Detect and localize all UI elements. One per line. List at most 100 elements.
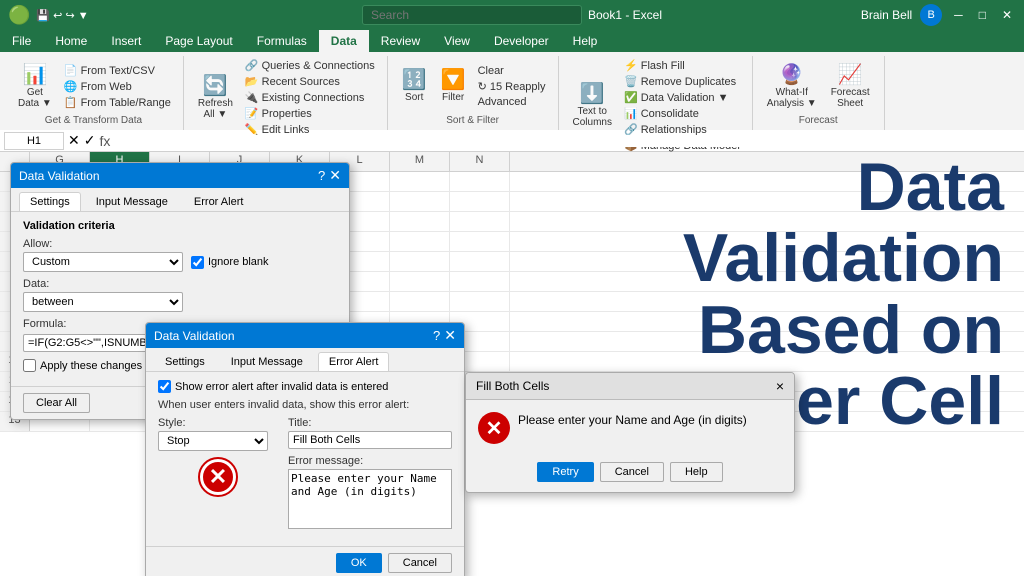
- dialog-2-ok-btn[interactable]: OK: [336, 553, 382, 573]
- transform-col: 📄 From Text/CSV 🌐 From Web 📋 From Table/…: [60, 63, 175, 110]
- clear-all-btn[interactable]: Clear All: [23, 393, 90, 413]
- dialog-2-titlebar: Data Validation ? ✕: [146, 323, 464, 348]
- flash-fill-btn[interactable]: ⚡ Flash Fill: [620, 58, 744, 73]
- dialog-2-tab-settings[interactable]: Settings: [154, 352, 216, 371]
- close-btn[interactable]: ✕: [998, 8, 1016, 22]
- excel-icon: 🟢: [8, 5, 30, 26]
- cell-n5[interactable]: [450, 252, 510, 272]
- tab-formulas[interactable]: Formulas: [245, 30, 319, 52]
- dialog-1-tab-input-message[interactable]: Input Message: [85, 192, 179, 211]
- forecast-sheet-btn[interactable]: 📈 Forecast Sheet: [825, 63, 876, 111]
- apply-changes-label: Apply these changes to: [40, 360, 154, 372]
- recent-sources-btn[interactable]: 📂 Recent Sources: [241, 74, 379, 89]
- cell-m1[interactable]: [390, 172, 450, 192]
- style-select[interactable]: Stop: [158, 431, 268, 451]
- properties-btn[interactable]: 📝 Properties: [241, 106, 379, 121]
- error-msg-label: Error message:: [288, 455, 452, 467]
- clear-btn[interactable]: Clear: [474, 64, 550, 78]
- fill-dialog-titlebar: Fill Both Cells ×: [466, 373, 794, 400]
- dialog-1-tab-settings[interactable]: Settings: [19, 192, 81, 211]
- get-data-btn[interactable]: 📊 Get Data ▼: [12, 63, 58, 111]
- tab-insert[interactable]: Insert: [99, 30, 153, 52]
- queries-connections-btn[interactable]: 🔗 Queries & Connections: [241, 58, 379, 73]
- dialog-2-tab-input-message[interactable]: Input Message: [220, 352, 314, 371]
- minimize-btn[interactable]: ─: [950, 8, 967, 22]
- fill-help-btn[interactable]: Help: [670, 462, 723, 482]
- tab-review[interactable]: Review: [369, 30, 432, 52]
- retry-btn[interactable]: Retry: [537, 462, 593, 482]
- dialog-1-help-icon[interactable]: ?: [318, 168, 325, 183]
- maximize-btn[interactable]: □: [975, 8, 990, 22]
- cell-m3[interactable]: [390, 212, 450, 232]
- tab-file[interactable]: File: [0, 30, 43, 52]
- formula-expand-icon: ✕: [68, 132, 80, 149]
- sort-btn[interactable]: 🔢 Sort: [396, 68, 433, 105]
- tab-data[interactable]: Data: [319, 30, 369, 52]
- sheet-area: G H I J K L M N 1 Name Age 2 Abc 23: [0, 152, 1024, 576]
- username: Brain Bell: [861, 8, 912, 22]
- refresh-all-btn[interactable]: 🔄 Refresh All ▼: [192, 74, 239, 122]
- consolidate-btn[interactable]: 📊 Consolidate: [620, 106, 744, 121]
- cell-n1[interactable]: [450, 172, 510, 192]
- remove-duplicates-btn[interactable]: 🗑️ Remove Duplicates: [620, 74, 744, 89]
- what-if-btn[interactable]: 🔮 What-If Analysis ▼: [761, 63, 823, 111]
- ignore-blank-checkbox[interactable]: [191, 256, 204, 269]
- dialog-1-title: Data Validation: [19, 169, 100, 183]
- when-invalid-row: When user enters invalid data, show this…: [158, 399, 452, 411]
- allow-row: Allow: Custom Ignore blank: [23, 238, 337, 272]
- user-avatar: B: [920, 4, 942, 26]
- search-input[interactable]: [362, 5, 582, 25]
- dialog-2-tab-error-alert[interactable]: Error Alert: [318, 352, 390, 371]
- error-msg-textarea[interactable]: Please enter your Name and Age (in digit…: [288, 469, 452, 529]
- data-label: Data:: [23, 278, 337, 290]
- title-input[interactable]: [288, 431, 452, 449]
- formula-bar: ✕ ✓ fx: [0, 130, 1024, 152]
- formula-checkmark-icon: ✓: [84, 132, 96, 149]
- advanced-btn[interactable]: Advanced: [474, 95, 550, 109]
- from-text-csv-btn[interactable]: 📄 From Text/CSV: [60, 63, 175, 78]
- cell-m2[interactable]: [390, 192, 450, 212]
- cell-n4[interactable]: [450, 232, 510, 252]
- fill-cancel-btn[interactable]: Cancel: [600, 462, 664, 482]
- filter-btn[interactable]: 🔽 Filter: [435, 68, 472, 105]
- dialog-1-titlebar: Data Validation ? ✕: [11, 163, 349, 188]
- cell-n2[interactable]: [450, 192, 510, 212]
- tab-page-layout[interactable]: Page Layout: [153, 30, 244, 52]
- data-select[interactable]: between: [23, 292, 183, 312]
- cell-m5[interactable]: [390, 252, 450, 272]
- tab-help[interactable]: Help: [561, 30, 610, 52]
- show-error-label: Show error alert after invalid data is e…: [175, 381, 388, 393]
- tab-view[interactable]: View: [432, 30, 482, 52]
- col-header-m: M: [390, 152, 450, 171]
- name-box[interactable]: [4, 132, 64, 150]
- cell-m4[interactable]: [390, 232, 450, 252]
- formula-input[interactable]: [114, 135, 1020, 147]
- from-web-btn[interactable]: 🌐 From Web: [60, 79, 175, 94]
- cell-n3[interactable]: [450, 212, 510, 232]
- reapply-btn[interactable]: ↻ 15 Reapply: [474, 79, 550, 94]
- from-table-btn[interactable]: 📋 From Table/Range: [60, 95, 175, 110]
- title-label: Title:: [288, 417, 452, 429]
- title-row: Title:: [288, 417, 452, 449]
- allow-select[interactable]: Custom: [23, 252, 183, 272]
- dialog-2-help-icon[interactable]: ?: [433, 328, 440, 343]
- text-to-columns-btn[interactable]: ⬇️ Text to Columns: [567, 82, 618, 130]
- dialog-1-tab-error-alert[interactable]: Error Alert: [183, 192, 255, 211]
- function-icon: fx: [99, 133, 110, 149]
- dialog-2-cancel-btn[interactable]: Cancel: [388, 553, 452, 573]
- dialog-2-close-btn[interactable]: ✕: [444, 327, 456, 344]
- apply-changes-checkbox[interactable]: [23, 359, 36, 372]
- group-queries: 🔄 Refresh All ▼ 🔗 Queries & Connections …: [184, 56, 388, 130]
- dialog-2-footer: OK Cancel: [146, 546, 464, 576]
- error-stop-icon: ✕: [478, 412, 510, 444]
- error-msg-row: Error message: Please enter your Name an…: [288, 455, 452, 532]
- existing-connections-btn[interactable]: 🔌 Existing Connections: [241, 90, 379, 105]
- forecast-label: Forecast: [799, 115, 838, 128]
- fill-dialog-close-btn[interactable]: ×: [776, 378, 784, 394]
- tab-developer[interactable]: Developer: [482, 30, 561, 52]
- data-validation-ribbon-btn[interactable]: ✅ Data Validation ▼: [620, 90, 744, 105]
- tab-home[interactable]: Home: [43, 30, 99, 52]
- style-title-row: Style: Stop ✕ Title: Error messag: [158, 417, 452, 538]
- dialog-1-close-btn[interactable]: ✕: [329, 167, 341, 184]
- show-error-checkbox[interactable]: [158, 380, 171, 393]
